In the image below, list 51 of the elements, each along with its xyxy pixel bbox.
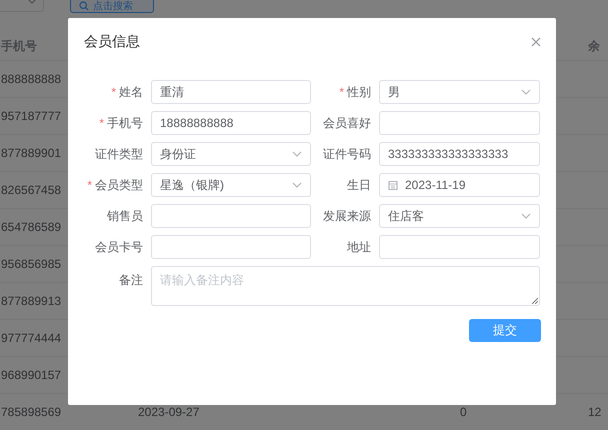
- field-label: 性别: [347, 84, 371, 100]
- field-label: 手机号: [107, 114, 143, 132]
- required-mark: *: [339, 85, 344, 99]
- table-cell: 877889913: [1, 294, 62, 308]
- chevron-down-icon: [292, 151, 302, 157]
- table-cell: 977774444: [1, 331, 62, 345]
- input-field[interactable]: [379, 235, 540, 259]
- field-label: 证件号码: [323, 146, 371, 162]
- table-cell: 0: [460, 405, 467, 419]
- input-field[interactable]: [379, 111, 540, 135]
- field-label: 证件类型: [95, 146, 143, 162]
- date-field[interactable]: 2023-11-19: [379, 173, 540, 197]
- table-cell: 956856985: [1, 257, 62, 271]
- field-label: 会员卡号: [95, 238, 143, 256]
- table-cell: 826567458: [1, 183, 62, 197]
- field-label: 销售员: [107, 208, 143, 224]
- input-field[interactable]: 18888888888: [151, 111, 311, 135]
- field-label: 地址: [347, 238, 371, 256]
- select-field[interactable]: 身份证: [151, 142, 311, 166]
- field-label: 会员类型: [95, 176, 143, 194]
- input-field[interactable]: [151, 235, 311, 259]
- table-cell: 12: [588, 405, 602, 419]
- close-icon[interactable]: [531, 37, 541, 47]
- required-mark: *: [87, 178, 92, 192]
- required-mark: *: [111, 85, 116, 99]
- dialog-title: 会员信息: [84, 33, 140, 51]
- table-cell: 785898569: [1, 405, 62, 419]
- field-label: 生日: [347, 176, 371, 194]
- chevron-down-icon: [521, 213, 531, 219]
- input-field[interactable]: [151, 204, 311, 228]
- table-cell: 968990157: [1, 368, 62, 382]
- chevron-down-icon: [292, 182, 302, 188]
- select-field[interactable]: 住店客: [379, 204, 540, 228]
- field-label: 发展来源: [323, 208, 371, 224]
- field-label: 备注: [119, 272, 143, 289]
- chevron-down-icon: [521, 89, 531, 95]
- field-label: 会员喜好: [323, 114, 371, 132]
- input-field[interactable]: 333333333333333333: [379, 142, 540, 166]
- table-cell: 654786589: [1, 220, 62, 234]
- table-cell: 888888888: [1, 72, 62, 86]
- resize-handle-icon[interactable]: [531, 297, 538, 304]
- table-cell: 2023-09-27: [138, 405, 200, 419]
- calendar-icon: [388, 180, 398, 190]
- table-cell: 877889901: [1, 146, 62, 160]
- table-cell: 957187777: [1, 109, 62, 123]
- select-field[interactable]: 星逸（银牌): [151, 173, 311, 197]
- search-icon: [79, 0, 89, 10]
- input-field[interactable]: 重清: [151, 80, 311, 104]
- required-mark: *: [99, 116, 104, 130]
- field-label: 姓名: [119, 84, 143, 100]
- select-field[interactable]: 男: [379, 80, 540, 104]
